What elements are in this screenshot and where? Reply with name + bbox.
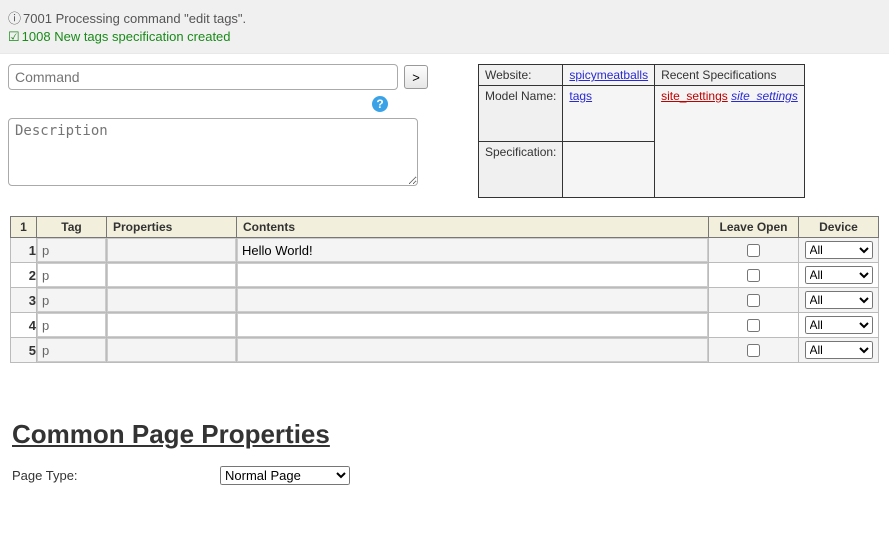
status-info-text: Processing command "edit tags". xyxy=(56,11,247,26)
properties-input[interactable] xyxy=(107,288,236,312)
col-header-leave-open: Leave Open xyxy=(709,217,799,238)
go-button[interactable]: > xyxy=(404,65,428,89)
website-label: Website: xyxy=(479,65,563,86)
recent-spec-label: Recent Specifications xyxy=(655,65,805,86)
check-icon xyxy=(8,29,20,44)
row-number: 1 xyxy=(11,238,37,263)
properties-input[interactable] xyxy=(107,238,236,262)
recent-spec-link-b[interactable]: site_settings xyxy=(731,89,798,103)
tag-input[interactable] xyxy=(37,263,106,287)
tags-grid: 1 Tag Properties Contents Leave Open Dev… xyxy=(10,216,879,363)
properties-input[interactable] xyxy=(107,263,236,287)
device-select[interactable]: All xyxy=(805,316,873,334)
tag-input[interactable] xyxy=(37,238,106,262)
col-header-contents: Contents xyxy=(237,217,709,238)
info-table: Website: spicymeatballs Recent Specifica… xyxy=(478,64,805,198)
status-success-code: 1008 xyxy=(22,29,51,44)
page-type-label: Page Type: xyxy=(12,468,212,483)
status-success-text: New tags specification created xyxy=(54,29,230,44)
specification-label: Specification: xyxy=(479,142,563,198)
model-name-link[interactable]: tags xyxy=(569,89,592,103)
table-row: 3 All xyxy=(11,288,879,313)
col-header-properties: Properties xyxy=(107,217,237,238)
model-name-label: Model Name: xyxy=(479,86,563,142)
leave-open-checkbox[interactable] xyxy=(747,269,760,282)
page-type-select[interactable]: Normal Page xyxy=(220,466,350,485)
website-link[interactable]: spicymeatballs xyxy=(569,68,648,82)
contents-input[interactable] xyxy=(237,263,708,287)
recent-spec-link-a[interactable]: site_settings xyxy=(661,89,728,103)
status-info-line: ⓘ7001 Processing command "edit tags". xyxy=(8,8,881,27)
command-input[interactable] xyxy=(8,64,398,90)
table-row: 2 All xyxy=(11,263,879,288)
row-number: 3 xyxy=(11,288,37,313)
device-select[interactable]: All xyxy=(805,266,873,284)
device-select[interactable]: All xyxy=(805,341,873,359)
device-select[interactable]: All xyxy=(805,241,873,259)
contents-input[interactable] xyxy=(237,238,708,262)
properties-input[interactable] xyxy=(107,313,236,337)
col-header-tag: Tag xyxy=(37,217,107,238)
contents-input[interactable] xyxy=(237,338,708,362)
info-icon: ⓘ xyxy=(8,11,21,26)
status-bar: ⓘ7001 Processing command "edit tags". 10… xyxy=(0,0,889,54)
col-header-device: Device xyxy=(799,217,879,238)
leave-open-checkbox[interactable] xyxy=(747,344,760,357)
help-icon[interactable]: ? xyxy=(372,96,388,112)
row-number: 4 xyxy=(11,313,37,338)
row-number: 2 xyxy=(11,263,37,288)
leave-open-checkbox[interactable] xyxy=(747,319,760,332)
table-row: 5 All xyxy=(11,338,879,363)
tag-input[interactable] xyxy=(37,338,106,362)
tag-input[interactable] xyxy=(37,288,106,312)
table-row: 1 All xyxy=(11,238,879,263)
tag-input[interactable] xyxy=(37,313,106,337)
row-number: 5 xyxy=(11,338,37,363)
status-success-line: 1008 New tags specification created xyxy=(8,29,881,45)
leave-open-checkbox[interactable] xyxy=(747,294,760,307)
common-page-properties-heading: Common Page Properties xyxy=(12,419,889,450)
status-info-code: 7001 xyxy=(23,11,52,26)
properties-input[interactable] xyxy=(107,338,236,362)
col-header-num: 1 xyxy=(11,217,37,238)
contents-input[interactable] xyxy=(237,288,708,312)
device-select[interactable]: All xyxy=(805,291,873,309)
leave-open-checkbox[interactable] xyxy=(747,244,760,257)
specification-value xyxy=(563,142,655,198)
table-row: 4 All xyxy=(11,313,879,338)
contents-input[interactable] xyxy=(237,313,708,337)
description-input[interactable] xyxy=(8,118,418,186)
